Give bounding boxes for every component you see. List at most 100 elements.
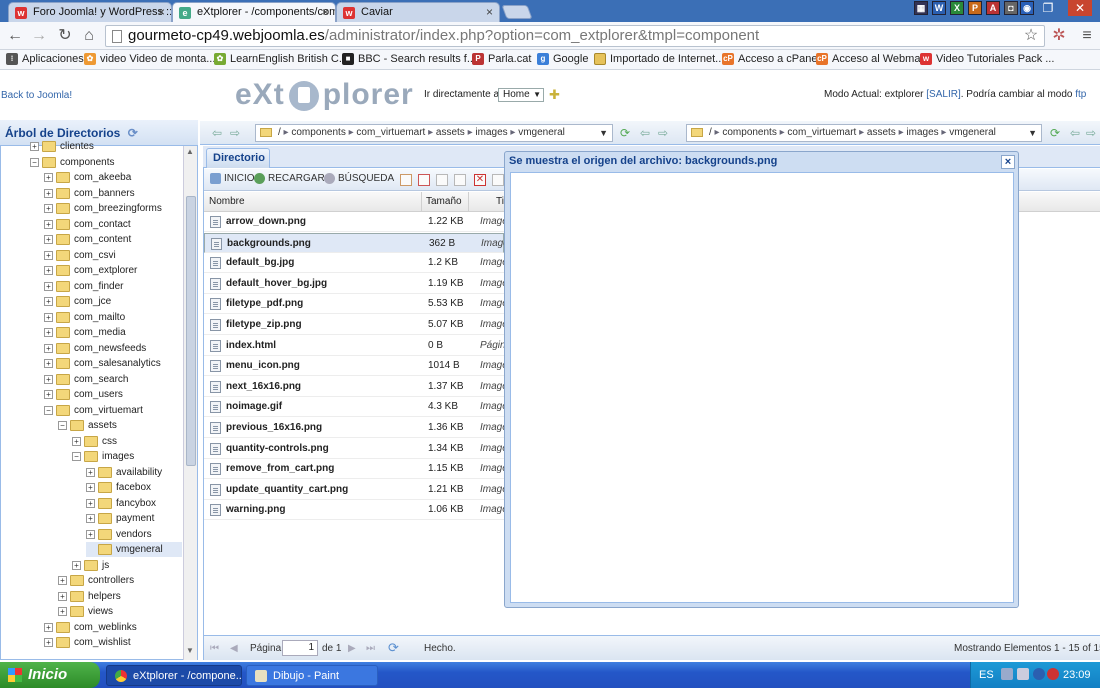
address-bar[interactable]: gourmeto-cp49.webjoomla.es/administrator…	[105, 25, 1045, 47]
tree-item[interactable]: + facebox	[86, 480, 182, 495]
path-segment[interactable]: com_virtuemart	[356, 127, 425, 138]
back-arrow-icon[interactable]: ⇦	[210, 126, 224, 140]
path-segment[interactable]: assets	[867, 127, 896, 138]
path-combo-right[interactable]: / ▸ components ▸ com_virtuemart ▸ assets…	[686, 124, 1042, 142]
collapse-icon[interactable]: −	[30, 157, 39, 167]
bookmark-parla[interactable]: P Parla.cat	[472, 53, 531, 65]
refresh-icon[interactable]: ⟳	[618, 126, 632, 140]
forward-arrow-icon[interactable]: ⇨	[656, 126, 670, 140]
file-row[interactable]: filetype_pdf.png 5.53 KB Imagen	[204, 294, 513, 315]
file-row[interactable]: default_hover_bg.jpg 1.19 KB Imagen	[204, 274, 513, 294]
tree-item[interactable]: + com_contact	[44, 217, 182, 232]
firefox-icon[interactable]: ◉	[1020, 1, 1034, 15]
file-row[interactable]: index.html 0 B Página	[204, 336, 511, 356]
acrobat-icon[interactable]: A	[986, 1, 1000, 15]
scroll-up-icon[interactable]: ▲	[186, 147, 194, 156]
move-icon[interactable]	[454, 174, 466, 186]
tree-item[interactable]: + com_mailto	[44, 310, 182, 325]
expand-icon[interactable]: +	[44, 343, 53, 353]
file-row[interactable]: backgrounds.png 362 B Imagen	[204, 232, 514, 253]
expand-icon[interactable]: +	[86, 483, 95, 492]
tree-item[interactable]: + payment	[86, 511, 182, 526]
collapse-icon[interactable]: −	[58, 421, 67, 430]
tree-item[interactable]: + com_weblinks	[44, 620, 182, 635]
close-icon[interactable]: ×	[1001, 155, 1015, 169]
file-row[interactable]: menu_icon.png 1014 B Imagen	[204, 356, 513, 377]
tree-item[interactable]: + com_media	[44, 325, 182, 340]
collapse-icon[interactable]: −	[72, 452, 81, 461]
app-quicklaunch-icon[interactable]: ▦	[914, 1, 928, 15]
tree-item[interactable]: + js	[72, 558, 182, 573]
reload-icon[interactable]: ↻	[54, 26, 76, 46]
expand-icon[interactable]: +	[44, 374, 53, 384]
word-icon[interactable]: W	[932, 1, 946, 15]
extension-icon[interactable]: ✲	[1048, 26, 1070, 46]
tree-item[interactable]: + com_salesanalytics	[44, 356, 182, 371]
bookmark-webmail[interactable]: cP Acceso al Webmail	[816, 53, 925, 65]
tree-item[interactable]: − com_virtuemart	[44, 403, 182, 418]
expand-icon[interactable]: +	[86, 529, 95, 539]
tree-item[interactable]: − assets	[58, 418, 182, 433]
tree-item[interactable]: + com_finder	[44, 279, 182, 294]
close-icon[interactable]: ×	[322, 5, 329, 19]
close-icon[interactable]: ×	[158, 5, 165, 19]
bookmark-google[interactable]: g Google	[537, 53, 588, 65]
tree-item[interactable]: + com_newsfeeds	[44, 341, 182, 356]
path-separator-icon[interactable]: ▸	[939, 127, 950, 138]
path-separator-icon[interactable]: ▸	[425, 127, 436, 138]
path-segment[interactable]: assets	[436, 127, 465, 138]
column-size[interactable]: Tamaño	[426, 196, 462, 207]
file-row[interactable]: quantity-controls.png 1.34 KB Imagen	[204, 439, 513, 459]
copy-icon[interactable]	[436, 174, 448, 186]
browser-tab-extplorer[interactable]: e eXtplorer - /components/com ×	[172, 2, 336, 22]
language-indicator[interactable]: ES	[979, 669, 994, 681]
collapse-icon[interactable]: −	[44, 405, 53, 415]
bookmark-tutoriales[interactable]: w Video Tutoriales Pack ...	[920, 53, 1054, 65]
tree-item[interactable]: + fancybox	[86, 496, 182, 511]
file-row[interactable]: noimage.gif 4.3 KB Imagen	[204, 397, 513, 418]
expand-icon[interactable]: +	[72, 560, 81, 570]
file-row[interactable]: previous_16x16.png 1.36 KB Imagen	[204, 418, 513, 438]
expand-icon[interactable]: +	[44, 188, 53, 198]
tree-item[interactable]: + availability	[86, 465, 182, 480]
window-restore-icon[interactable]: ❐	[1036, 0, 1060, 16]
file-row[interactable]: next_16x16.png 1.37 KB Imagen	[204, 377, 513, 397]
taskbar-item-paint[interactable]: Dibujo - Paint	[246, 665, 378, 686]
tree-scrollbar[interactable]: ▲ ▼	[183, 146, 197, 660]
menu-icon[interactable]: ≡	[1076, 26, 1098, 46]
forward-arrow-icon[interactable]: ⇨	[1084, 126, 1098, 140]
path-separator-icon[interactable]: ▸	[712, 127, 723, 138]
reload-button[interactable]: RECARGAR	[254, 173, 325, 184]
path-segment[interactable]: components	[291, 127, 345, 138]
refresh-icon[interactable]: ⟳	[388, 640, 399, 656]
path-combo[interactable]: / ▸ components ▸ com_virtuemart ▸ assets…	[255, 124, 613, 142]
chevron-down-icon[interactable]: ▼	[1028, 125, 1037, 141]
tree-item[interactable]: + vendors	[86, 527, 182, 542]
app-icon[interactable]: ◘	[1004, 1, 1018, 15]
excel-icon[interactable]: X	[950, 1, 964, 15]
bookmark-learnenglish[interactable]: ✿ LearnEnglish British C...	[214, 53, 348, 65]
bookmark-importado[interactable]: Importado de Internet...	[594, 53, 724, 65]
expand-icon[interactable]: +	[86, 498, 95, 508]
start-button[interactable]: Inicio	[0, 662, 100, 688]
expand-icon[interactable]: +	[86, 514, 95, 523]
expand-icon[interactable]: +	[30, 142, 39, 151]
path-separator-icon[interactable]: ▸	[281, 127, 292, 138]
path-segment[interactable]: images	[906, 127, 938, 138]
file-row[interactable]: default_bg.jpg 1.2 KB Imagen	[204, 253, 513, 274]
expand-icon[interactable]: +	[44, 219, 53, 229]
tree-item[interactable]: vmgeneral	[86, 542, 182, 557]
search-button[interactable]: BÚSQUEDA	[324, 173, 394, 184]
path-segment[interactable]: com_virtuemart	[787, 127, 856, 138]
browser-tab-caviar[interactable]: w Caviar ×	[336, 2, 500, 22]
path-segment[interactable]: images	[475, 127, 507, 138]
tree-item[interactable]: + clientes	[30, 139, 182, 154]
bookmark-apps[interactable]: ⁝ Aplicaciones	[6, 53, 84, 65]
expand-icon[interactable]: +	[44, 622, 53, 632]
edit-icon[interactable]	[418, 174, 430, 186]
expand-icon[interactable]: +	[44, 297, 53, 306]
path-separator-icon[interactable]: ▸	[508, 127, 519, 138]
expand-icon[interactable]: +	[44, 235, 53, 244]
expand-icon[interactable]: +	[44, 204, 53, 213]
file-row[interactable]: update_quantity_cart.png 1.21 KB Imagen	[204, 480, 513, 500]
